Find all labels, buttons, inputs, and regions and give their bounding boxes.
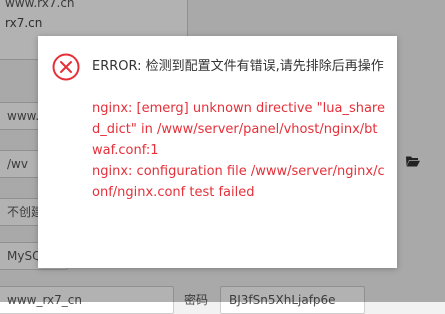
error-detail-2: nginx: configuration file /www/server/ng… bbox=[92, 164, 385, 200]
error-circle-x-icon bbox=[52, 53, 80, 81]
error-dialog: ERROR: 检测到配置文件有错误,请先排除后再操作 nginx: [emerg… bbox=[38, 36, 397, 268]
error-detail-1: nginx: [emerg] unknown directive "lua_sh… bbox=[92, 101, 385, 158]
error-title: ERROR: 检测到配置文件有错误,请先排除后再操作 bbox=[92, 59, 384, 74]
error-message: ERROR: 检测到配置文件有错误,请先排除后再操作 nginx: [emerg… bbox=[92, 56, 386, 203]
